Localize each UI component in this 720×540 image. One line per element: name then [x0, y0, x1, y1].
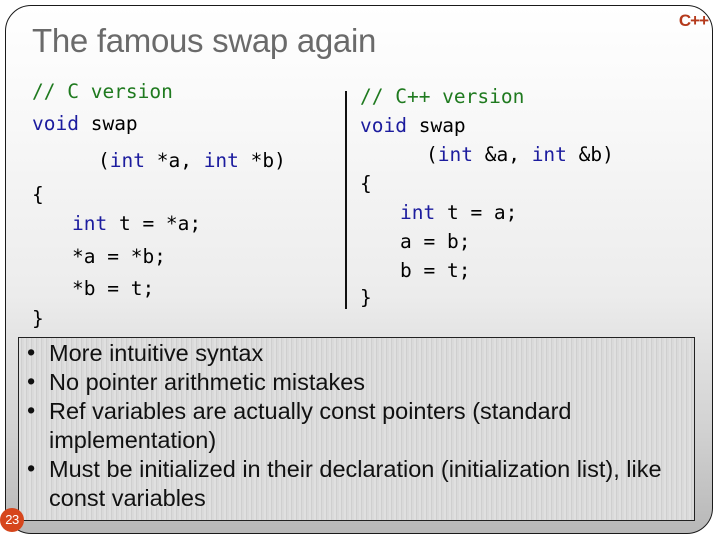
- bullet-text: Ref variables are actually const pointer…: [49, 398, 572, 453]
- cpp-logo-icon: C++: [678, 11, 709, 30]
- bullet-dot-icon: •: [27, 455, 36, 481]
- c-body1-rest: t = *a;: [107, 212, 202, 235]
- cpp-version-code: // C++ version void swap (int &a, int &b…: [360, 0, 614, 307]
- bullet-dot-icon: •: [27, 397, 36, 423]
- c-close-brace: }: [32, 307, 44, 330]
- slide: The famous swap again C++ // C version v…: [0, 0, 720, 540]
- c-param1-keyword: int: [109, 149, 145, 172]
- c-sig-keyword: void: [32, 112, 79, 135]
- cpp-body-line-1: int t = a;: [400, 203, 517, 223]
- c-body-line-2: *a = *b;: [72, 245, 166, 268]
- c-comment: // C version: [32, 80, 173, 103]
- slide-title: The famous swap again: [32, 22, 377, 59]
- cpp-sig-name: swap: [406, 114, 466, 137]
- c-param2: *b): [238, 149, 286, 172]
- c-params: (int *a, int *b): [98, 151, 286, 171]
- slide-number-badge: 23: [0, 508, 24, 532]
- cpp-body-line-3: b = t;: [400, 259, 471, 282]
- bullet-text: No pointer arithmetic mistakes: [49, 369, 366, 395]
- cpp-params: (int &a, int &b): [426, 145, 614, 165]
- cpp-body1-keyword: int: [400, 201, 436, 224]
- cpp-open-brace: {: [360, 172, 372, 195]
- c-open-brace: {: [32, 183, 44, 206]
- bullet-text: More intuitive syntax: [49, 340, 264, 366]
- c-param1: *a,: [144, 149, 204, 172]
- cpp-comment: // C++ version: [360, 85, 525, 108]
- cpp-close-brace: }: [360, 286, 372, 309]
- c-body-line-1: int t = *a;: [72, 214, 201, 234]
- cpp-params-open: (: [426, 143, 438, 166]
- cpp-param1-keyword: int: [437, 143, 473, 166]
- c-body-line-3: *b = t;: [72, 277, 155, 300]
- c-param2-keyword: int: [203, 149, 239, 172]
- cpp-param2-keyword: int: [531, 143, 567, 166]
- c-params-open: (: [98, 149, 110, 172]
- bullet-dot-icon: •: [27, 339, 36, 365]
- c-signature: void swap: [32, 114, 138, 134]
- cpp-signature: void swap: [360, 116, 466, 136]
- cpp-sig-keyword: void: [360, 114, 407, 137]
- bullet-dot-icon: •: [27, 368, 36, 394]
- c-version-code: // C version void swap (int *a, int *b) …: [32, 0, 286, 328]
- c-body1-keyword: int: [72, 212, 108, 235]
- code-divider: [345, 91, 347, 309]
- bullet-list: • More intuitive syntax • No pointer ari…: [18, 337, 695, 521]
- cpp-param2: &b): [566, 143, 614, 166]
- cpp-body-line-2: a = b;: [400, 230, 471, 253]
- bullet-text: Must be initialized in their declaration…: [49, 456, 662, 511]
- c-sig-name: swap: [78, 112, 138, 135]
- cpp-param1: &a,: [472, 143, 532, 166]
- cpp-body1-rest: t = a;: [435, 201, 518, 224]
